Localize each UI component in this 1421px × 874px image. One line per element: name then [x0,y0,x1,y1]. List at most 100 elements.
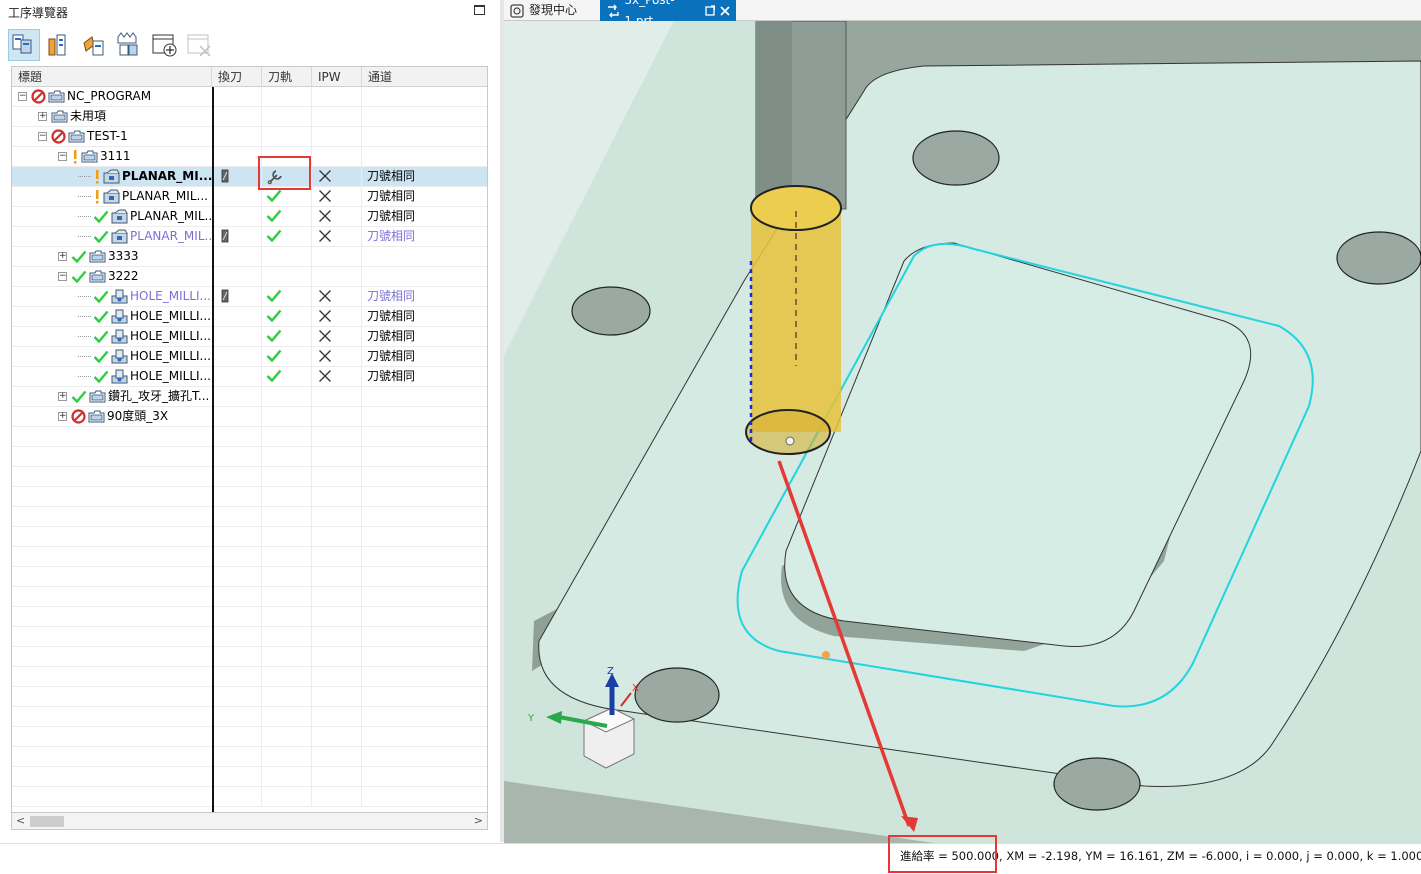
channel-cell [362,87,487,106]
scrollbar-thumb[interactable] [30,816,64,827]
scroll-right-icon[interactable]: > [474,814,483,827]
tree-row[interactable]: − 3222 [12,267,487,287]
name-cell[interactable]: + 未用項 [12,107,212,126]
toolpath-cell[interactable] [262,207,312,226]
name-cell[interactable]: − NC_PROGRAM [12,87,212,106]
expand-toggle-icon[interactable]: + [58,252,67,261]
column-header-channel[interactable]: 通道 [362,67,487,87]
name-cell[interactable]: +3333 [12,247,212,266]
collapse-toggle-icon[interactable]: − [18,92,27,101]
empty-row [12,787,487,807]
tree-row[interactable]: − NC_PROGRAM [12,87,487,107]
toolpath-cell[interactable] [262,407,312,426]
graphics-viewport[interactable]: Z X Y [504,21,1421,843]
expand-toggle-icon[interactable]: + [38,112,47,121]
name-cell[interactable]: PLANAR_MI... [12,167,212,186]
toolpath-cell[interactable] [262,347,312,366]
ipw-cell [312,107,362,126]
grid-header: 標題 換刀 刀軌 IPW 通道 [12,67,487,87]
expand-toggle-icon[interactable]: + [58,392,67,401]
name-cell[interactable]: HOLE_MILLI... [12,287,212,306]
column-header-toolpath[interactable]: 刀軌 [262,67,312,87]
tree-row[interactable]: HOLE_MILLI... 刀號相同 [12,307,487,327]
horizontal-scrollbar[interactable]: < > [11,813,488,830]
name-cell[interactable]: − TEST-1 [12,127,212,146]
tree-row[interactable]: + 鑽孔_攻牙_擴孔T... [12,387,487,407]
create-operation-button[interactable] [148,29,180,61]
prohibit-status-icon [51,129,66,144]
toolpath-cell[interactable] [262,247,312,266]
tree-row[interactable]: HOLE_MILLI... 刀號相同 [12,367,487,387]
name-cell[interactable]: HOLE_MILLI... [12,307,212,326]
node-label: 90度頭_3X [107,409,169,423]
expand-toggle-icon[interactable]: + [58,412,67,421]
detach-tab-icon[interactable] [705,5,716,16]
name-cell [12,487,212,506]
tree-row[interactable]: PLANAR_MIL... 刀號相同 [12,187,487,207]
toolpath-cell[interactable] [262,107,312,126]
name-cell [12,747,212,766]
tree-row[interactable]: − TEST-1 [12,127,487,147]
name-cell[interactable]: HOLE_MILLI... [12,327,212,346]
scroll-left-icon[interactable]: < [16,814,25,827]
part-model-view[interactable]: Z X Y [504,21,1421,843]
hole-milling-operation-icon [111,329,128,344]
prohibit-status-icon [31,89,46,104]
machine-tool-view-button[interactable] [43,29,75,61]
toolpath-cell[interactable] [262,287,312,306]
column-header-ipw[interactable]: IPW [312,67,362,87]
maximize-icon[interactable] [474,5,485,15]
tool-change-cell [212,607,262,626]
name-cell[interactable]: PLANAR_MIL... [12,207,212,226]
name-cell[interactable]: + 鑽孔_攻牙_擴孔T... [12,387,212,406]
channel-cell [362,727,487,746]
ipw-cell [312,687,362,706]
tree-row[interactable]: + 未用項 [12,107,487,127]
toolpath-cell[interactable] [262,227,312,246]
name-cell[interactable]: HOLE_MILLI... [12,367,212,386]
name-cell[interactable]: − 3111 [12,147,212,166]
tree-row[interactable]: HOLE_MILLI... 刀號相同 [12,327,487,347]
column-header-name[interactable]: 標題 [12,67,212,87]
toolpath-cell[interactable] [262,367,312,386]
channel-cell: 刀號相同 [362,287,487,306]
geometry-view-button[interactable] [78,29,110,61]
name-cell[interactable]: PLANAR_MIL... [12,227,212,246]
close-tab-icon[interactable] [720,5,731,16]
column-header-tool-change[interactable]: 換刀 [212,67,262,87]
complete-status-icon [93,370,109,384]
column-divider[interactable] [212,87,214,812]
folder-icon [89,390,106,403]
name-cell[interactable]: − 3222 [12,267,212,286]
planar-mill-operation-icon [111,209,128,224]
empty-row [12,547,487,567]
tree-row[interactable]: +90度頭_3X [12,407,487,427]
toolpath-cell[interactable] [262,327,312,346]
toolpath-cell[interactable] [262,267,312,286]
tree-row[interactable]: PLANAR_MI... 刀號相同 [12,167,487,187]
toolpath-cell[interactable] [262,87,312,106]
feedrate-callout-box [888,835,997,873]
tree-row[interactable]: PLANAR_MIL... 刀號相同 [12,207,487,227]
program-order-view-button[interactable] [8,29,40,61]
tree-row[interactable]: +3333 [12,247,487,267]
channel-cell: 刀號相同 [362,347,487,366]
toolpath-cell[interactable] [262,387,312,406]
tree-row[interactable]: HOLE_MILLI... 刀號相同 [12,347,487,367]
tree-row[interactable]: PLANAR_MIL... 刀號相同 [12,227,487,247]
tab-part-file[interactable]: 3x_Post-1.prt [600,0,736,28]
toolpath-cell[interactable] [262,127,312,146]
collapse-toggle-icon[interactable]: − [58,152,67,161]
tab-discovery-center[interactable]: 發現中心 [504,0,599,21]
tree-row[interactable]: HOLE_MILLI... 刀號相同 [12,287,487,307]
delete-operation-button[interactable] [183,29,215,61]
collapse-toggle-icon[interactable]: − [58,272,67,281]
collapse-toggle-icon[interactable]: − [38,132,47,141]
name-cell[interactable]: +90度頭_3X [12,407,212,426]
name-cell[interactable]: PLANAR_MIL... [12,187,212,206]
channel-cell [362,787,487,806]
name-cell[interactable]: HOLE_MILLI... [12,347,212,366]
toolpath-cell[interactable] [262,307,312,326]
tree-row[interactable]: − 3111 [12,147,487,167]
machining-method-view-button[interactable] [113,29,145,61]
